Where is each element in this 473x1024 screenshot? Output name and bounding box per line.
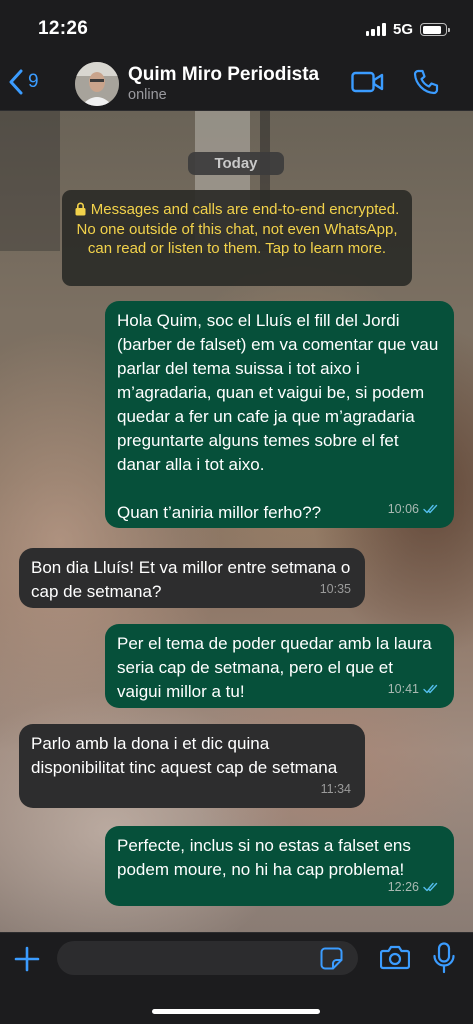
plus-icon xyxy=(14,946,40,972)
chat-area[interactable]: Today Messages and calls are end-to-end … xyxy=(0,111,473,932)
microphone-button[interactable] xyxy=(433,942,455,979)
message-input[interactable] xyxy=(57,941,358,975)
encryption-text: Messages and calls are end-to-end encryp… xyxy=(76,201,400,257)
camera-icon xyxy=(379,945,411,970)
message-incoming[interactable]: Bon dia Lluís! Et va millor entre setman… xyxy=(19,548,365,608)
video-call-button[interactable] xyxy=(351,71,384,98)
sticker-icon xyxy=(320,947,343,970)
voice-call-button[interactable] xyxy=(413,69,439,100)
message-time: 12:26 xyxy=(387,880,419,894)
message-time: 10:41 xyxy=(387,682,419,696)
message-outgoing[interactable]: Perfecte, inclus si no estas a falset en… xyxy=(105,826,454,906)
back-button[interactable]: 9 xyxy=(8,69,39,95)
home-indicator xyxy=(152,1009,320,1014)
encryption-notice[interactable]: Messages and calls are end-to-end encryp… xyxy=(62,190,412,286)
input-bar xyxy=(0,932,473,1024)
message-meta: 10:06 xyxy=(388,497,440,521)
message-meta: 11:34 xyxy=(321,777,351,801)
status-time: 12:26 xyxy=(38,18,89,39)
message-text: Bon dia Lluís! Et va millor entre setman… xyxy=(31,558,356,601)
read-receipt-icon xyxy=(423,504,438,514)
message-time: 10:35 xyxy=(319,582,351,596)
message-outgoing[interactable]: Hola Quim, soc el Lluís el fill del Jord… xyxy=(105,301,454,528)
chat-header: 9 Quim Miro Periodista online xyxy=(0,58,473,111)
message-meta: 10:35 xyxy=(320,577,351,601)
unread-count: 9 xyxy=(28,71,39,92)
status-bar: 12:26 5G xyxy=(0,0,473,58)
date-separator: Today xyxy=(188,152,284,175)
message-outgoing[interactable]: Per el tema de poder quedar amb la laura… xyxy=(105,624,454,708)
message-time: 10:06 xyxy=(387,502,419,516)
message-meta: 10:41 xyxy=(388,677,440,701)
phone-icon xyxy=(413,69,439,95)
avatar[interactable] xyxy=(75,62,119,106)
contact-status: online xyxy=(128,87,167,103)
status-icons: 5G xyxy=(365,21,450,38)
battery-icon xyxy=(420,23,450,36)
message-text: Parlo amb la dona i et dic quina disponi… xyxy=(31,734,338,777)
read-receipt-icon xyxy=(423,684,438,694)
lock-icon xyxy=(75,202,86,216)
network-label: 5G xyxy=(392,21,413,38)
read-receipt-icon xyxy=(423,882,438,892)
message-time: 11:34 xyxy=(320,782,351,796)
contact-name[interactable]: Quim Miro Periodista xyxy=(128,64,319,86)
sticker-button[interactable] xyxy=(320,947,343,975)
video-camera-icon xyxy=(351,71,384,93)
message-meta: 12:26 xyxy=(388,875,440,899)
microphone-icon xyxy=(433,942,455,974)
attach-button[interactable] xyxy=(14,946,40,977)
message-text: Hola Quim, soc el Lluís el fill del Jord… xyxy=(117,311,439,522)
camera-button[interactable] xyxy=(379,944,411,975)
signal-icon xyxy=(365,23,386,36)
message-incoming[interactable]: Parlo amb la dona i et dic quina disponi… xyxy=(19,724,365,808)
chevron-left-icon xyxy=(9,69,23,95)
